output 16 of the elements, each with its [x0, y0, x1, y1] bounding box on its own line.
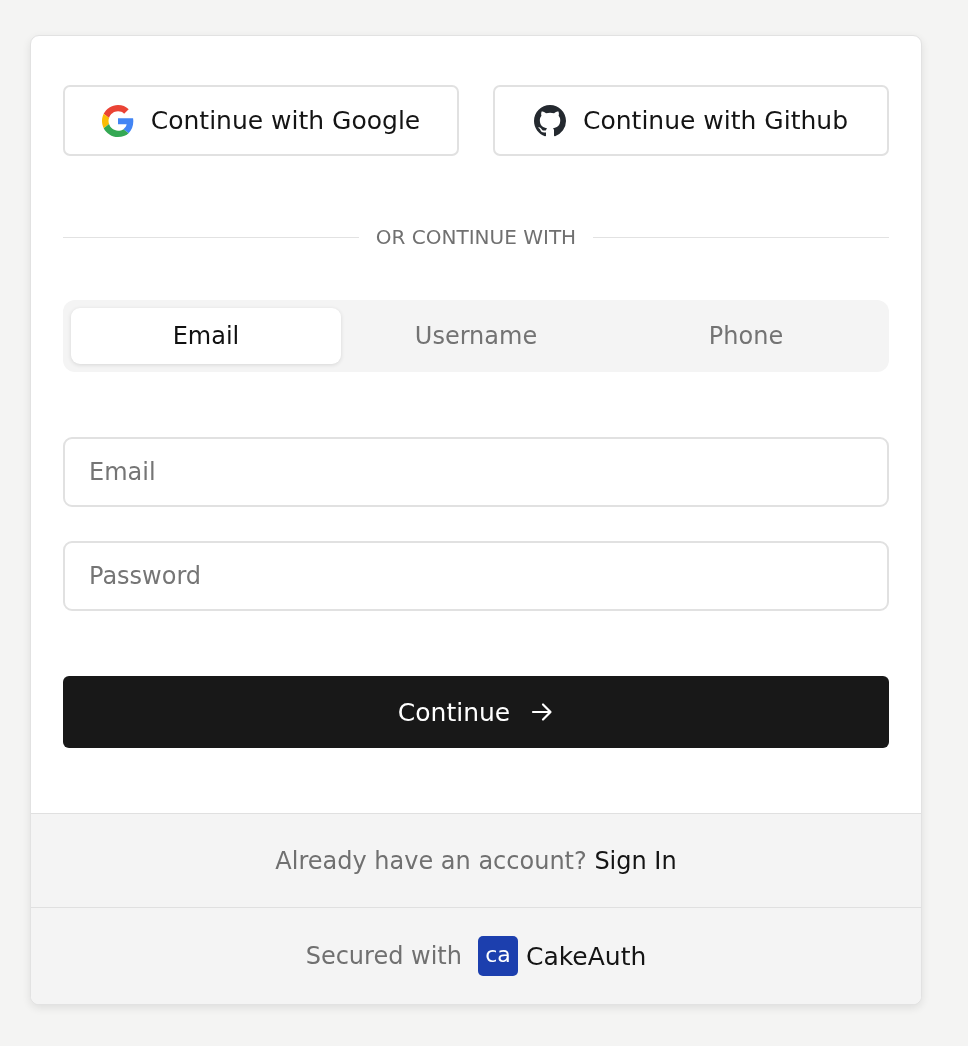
tab[interactable]: Email — [71, 308, 341, 364]
google-icon — [101, 104, 134, 137]
email-field[interactable]: Email — [63, 437, 889, 507]
tab[interactable]: Username — [341, 308, 611, 364]
google-sign-in-button[interactable]: Continue with Google — [63, 85, 459, 156]
github-sign-in-button[interactable]: Continue with Github — [493, 85, 889, 156]
secured-with-text: Secured with — [305, 942, 462, 970]
password-field[interactable]: Password — [63, 541, 889, 611]
sign-in-link[interactable]: Sign In — [594, 846, 677, 875]
brand-name: CakeAuth — [525, 941, 647, 971]
continue-button[interactable]: Continue — [63, 676, 889, 748]
tab[interactable]: Phone — [611, 308, 881, 364]
brand-logo: ca — [477, 936, 518, 976]
github-icon — [534, 104, 566, 137]
divider-label: OR CONTINUE WITH — [375, 224, 577, 250]
sign-in-prompt: Already have an account? Sign In — [275, 846, 677, 875]
